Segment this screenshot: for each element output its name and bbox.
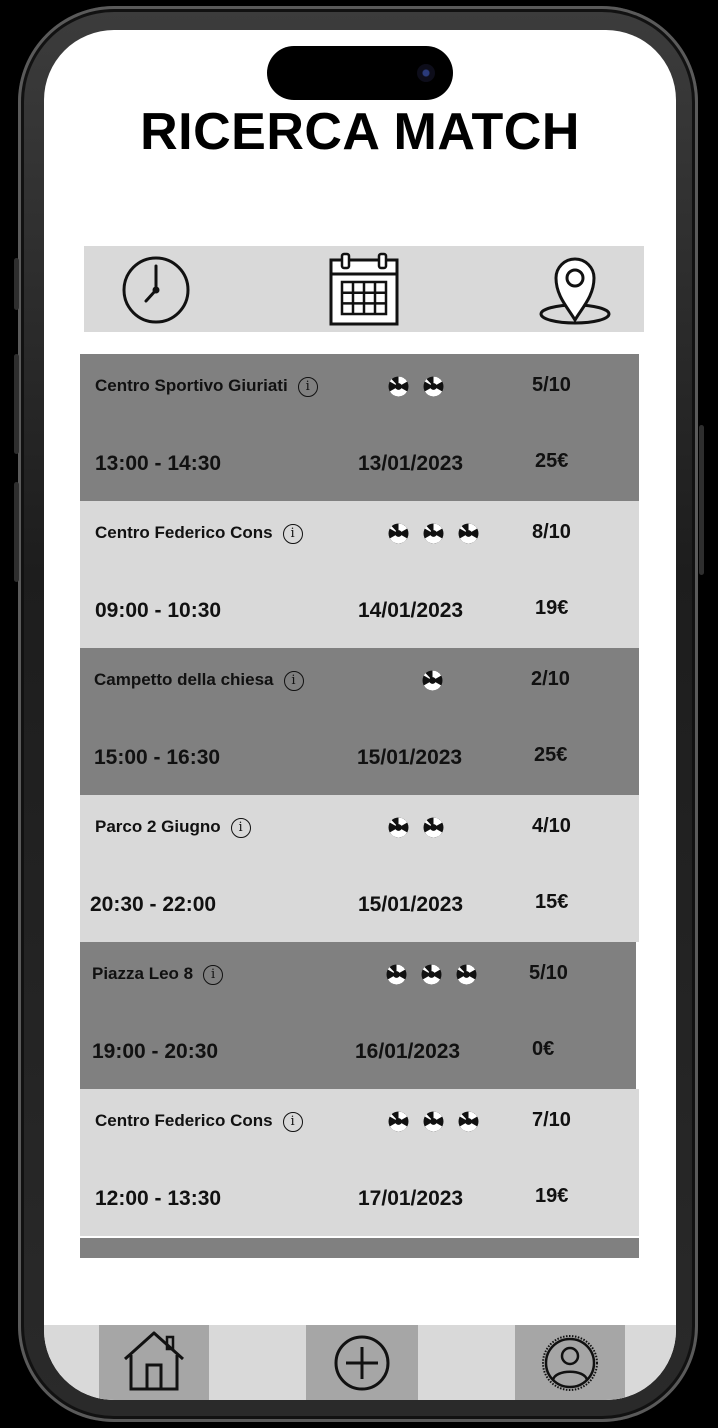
soccer-ball-icon — [388, 1111, 409, 1132]
venue-name: Piazza Leo 8 i — [92, 964, 224, 985]
match-time: 20:30 - 22:00 — [90, 893, 217, 916]
match-row-partial[interactable] — [80, 1238, 639, 1258]
plus-circle-icon — [334, 1335, 390, 1391]
soccer-ball-icon — [386, 964, 407, 985]
profile-icon — [542, 1335, 598, 1391]
soccer-ball-icon — [423, 523, 444, 544]
ball-rating — [388, 376, 444, 397]
player-count: 4/10 — [532, 815, 571, 837]
match-date: 15/01/2023 — [358, 893, 464, 916]
venue-label: Centro Sportivo Giuriati — [95, 376, 288, 395]
player-count: 8/10 — [532, 521, 571, 543]
match-price: 25€ — [534, 744, 568, 766]
match-price: 19€ — [535, 1185, 569, 1207]
calendar-icon[interactable] — [328, 252, 400, 331]
info-icon[interactable]: i — [282, 1111, 303, 1132]
venue-label: Parco 2 Giugno — [95, 817, 221, 836]
venue-name: Parco 2 Giugno i — [95, 817, 251, 838]
match-date: 16/01/2023 — [355, 1040, 461, 1063]
ball-rating — [422, 670, 443, 691]
soccer-ball-icon — [423, 817, 444, 838]
match-list[interactable]: Centro Sportivo Giuriati i 5/10 13:00 - 1… — [80, 354, 639, 1258]
match-row[interactable]: Campetto della chiesa i 2/10 15:00 - 16:3… — [80, 648, 639, 795]
match-row[interactable]: Centro Sportivo Giuriati i 5/10 13:00 - 1… — [80, 354, 639, 501]
venue-label: Campetto della chiesa — [94, 670, 274, 689]
nav-profile[interactable] — [515, 1325, 625, 1400]
match-time: 13:00 - 14:30 — [95, 452, 222, 475]
info-icon[interactable]: i — [230, 817, 251, 838]
player-count: 2/10 — [531, 668, 570, 690]
match-price: 19€ — [535, 597, 569, 619]
venue-name: Centro Sportivo Giuriati i — [95, 376, 318, 397]
match-row[interactable]: Centro Federico Cons i 7/10 12:00 - 13:30… — [80, 1089, 639, 1236]
venue-name: Campetto della chiesa i — [94, 670, 304, 691]
info-icon[interactable]: i — [203, 964, 224, 985]
soccer-ball-icon — [388, 817, 409, 838]
match-time: 12:00 - 13:30 — [95, 1187, 222, 1210]
match-row[interactable]: Parco 2 Giugno i 4/10 20:30 - 22:00 15/01… — [80, 795, 639, 942]
mute-switch — [14, 482, 19, 582]
soccer-ball-icon — [458, 1111, 479, 1132]
soccer-ball-icon — [421, 964, 442, 985]
nav-add[interactable] — [306, 1325, 418, 1400]
venue-name: Centro Federico Cons i — [95, 1111, 303, 1132]
volume-up-button — [14, 258, 19, 310]
venue-label: Piazza Leo 8 — [92, 964, 194, 983]
info-icon[interactable]: i — [282, 523, 303, 544]
match-row[interactable]: Piazza Leo 8 i 5/10 19:00 - 20:30 16/01/2… — [80, 942, 636, 1089]
ball-rating — [388, 817, 444, 838]
soccer-ball-icon — [388, 376, 409, 397]
match-price: 25€ — [535, 450, 569, 472]
venue-name: Centro Federico Cons i — [95, 523, 303, 544]
soccer-ball-icon — [388, 523, 409, 544]
screen: RICERCA MATCH Centro Sportivo Giuriati i… — [44, 30, 676, 1400]
page-title: RICERCA MATCH — [140, 103, 580, 161]
match-date: 15/01/2023 — [357, 746, 463, 769]
soccer-ball-icon — [456, 964, 477, 985]
match-price: 15€ — [535, 891, 569, 913]
ball-rating — [386, 964, 477, 985]
info-icon[interactable]: i — [297, 376, 318, 397]
nav-home[interactable] — [99, 1325, 209, 1400]
match-date: 17/01/2023 — [358, 1187, 464, 1210]
volume-down-button — [14, 354, 19, 454]
home-icon — [123, 1331, 185, 1391]
player-count: 7/10 — [532, 1109, 571, 1131]
match-time: 15:00 - 16:30 — [94, 746, 221, 769]
venue-label: Centro Federico Cons — [95, 523, 273, 542]
player-count: 5/10 — [532, 374, 571, 396]
camera-icon — [417, 64, 435, 82]
location-pin-icon[interactable] — [538, 252, 612, 331]
clock-icon[interactable] — [120, 252, 192, 329]
bottom-nav — [44, 1325, 676, 1400]
dynamic-island — [267, 46, 453, 100]
power-button — [699, 425, 704, 575]
soccer-ball-icon — [423, 1111, 444, 1132]
match-time: 09:00 - 10:30 — [95, 599, 222, 622]
filter-bar — [84, 246, 644, 332]
soccer-ball-icon — [458, 523, 479, 544]
ball-rating — [388, 1111, 479, 1132]
venue-label: Centro Federico Cons — [95, 1111, 273, 1130]
match-row[interactable]: Centro Federico Cons i 8/10 09:00 - 10:30… — [80, 501, 639, 648]
match-date: 14/01/2023 — [358, 599, 464, 622]
soccer-ball-icon — [423, 376, 444, 397]
match-price: 0€ — [532, 1038, 555, 1060]
match-date: 13/01/2023 — [358, 452, 464, 475]
player-count: 5/10 — [529, 962, 568, 984]
match-time: 19:00 - 20:30 — [92, 1040, 219, 1063]
soccer-ball-icon — [422, 670, 443, 691]
info-icon[interactable]: i — [283, 670, 304, 691]
ball-rating — [388, 523, 479, 544]
